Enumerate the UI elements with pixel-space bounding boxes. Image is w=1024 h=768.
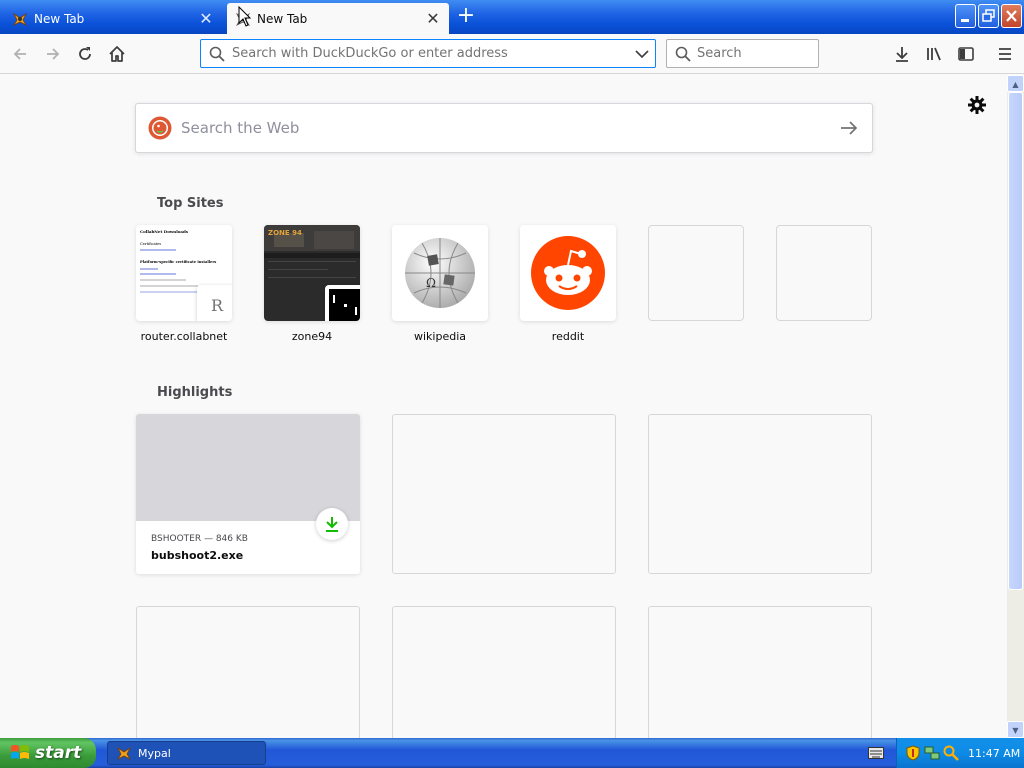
taskbar: start Mypal 11:47 AM <box>0 738 1024 768</box>
reload-button[interactable] <box>71 40 99 68</box>
start-button[interactable]: start <box>0 738 96 768</box>
clock: 11:47 AM <box>968 746 1021 760</box>
home-icon <box>109 46 125 62</box>
search-icon <box>209 46 225 62</box>
highlight-placeholder <box>392 606 616 738</box>
network-icon[interactable] <box>924 745 940 761</box>
menu-button[interactable] <box>991 40 1019 68</box>
site-thumbnail <box>520 225 616 321</box>
card-title: bubshoot2.exe <box>151 549 244 562</box>
keyboard-icon[interactable] <box>868 746 884 760</box>
navigation-toolbar: Search with DuckDuckGo or enter address … <box>0 34 1024 74</box>
taskbar-item-mypal[interactable]: Mypal <box>107 741 266 765</box>
downloads-button[interactable] <box>888 40 916 68</box>
web-search-box[interactable]: Search the Web <box>135 103 873 153</box>
svg-text:Certificates: Certificates <box>140 242 161 246</box>
close-icon[interactable] <box>1001 4 1022 28</box>
top-site-wikipedia[interactable]: Ω wikipedia <box>392 225 488 343</box>
shield-icon[interactable] <box>905 745 921 761</box>
site-thumbnail: Ω <box>392 225 488 321</box>
url-bar[interactable]: Search with DuckDuckGo or enter address <box>200 39 656 68</box>
reload-icon <box>79 47 91 60</box>
site-thumbnail: CollabNet Downloads Certificates Platfor… <box>136 225 232 321</box>
tab-close-icon[interactable]: ✕ <box>198 10 214 27</box>
duckduckgo-icon <box>148 116 172 140</box>
card-preview <box>136 414 360 521</box>
site-favicon-badge <box>325 285 360 321</box>
top-site-zone94[interactable]: ZONE 94 zone94 <box>264 225 360 343</box>
back-button[interactable] <box>6 40 34 68</box>
site-placeholder <box>648 225 744 321</box>
site-thumbnail: ZONE 94 <box>264 225 360 321</box>
gear-icon[interactable] <box>966 94 988 116</box>
search-icon <box>675 46 691 62</box>
new-tab-page: Search the Web Top Sites CollabNet Downl… <box>0 75 1007 738</box>
web-search-placeholder: Search the Web <box>181 119 300 137</box>
top-sites-title: Top Sites <box>157 196 224 211</box>
top-site-label: router.collabnet <box>140 330 228 343</box>
site-placeholder <box>776 225 872 321</box>
forward-button[interactable] <box>39 40 67 68</box>
scroll-thumb[interactable] <box>1008 92 1023 590</box>
highlight-card-download[interactable]: BSHOOTER — 846 KB bubshoot2.exe <box>136 414 360 574</box>
taskbar-item-label: Mypal <box>138 746 171 760</box>
svg-text:ZONE 94: ZONE 94 <box>268 229 302 237</box>
arrow-right-icon[interactable] <box>826 120 872 136</box>
start-label: start <box>35 743 82 763</box>
top-site-label: wikipedia <box>413 330 466 343</box>
highlights-title: Highlights <box>157 385 233 400</box>
tab-title: New Tab <box>34 11 85 26</box>
tab-strip: New Tab ✕ New Tab ✕ + <box>0 0 1024 34</box>
mypal-icon <box>116 745 132 761</box>
search-bar[interactable]: Search <box>666 39 819 68</box>
highlight-placeholder <box>648 414 872 574</box>
highlight-placeholder <box>136 606 360 738</box>
sidebar-button[interactable] <box>952 40 980 68</box>
system-tray: 11:47 AM <box>896 738 1024 768</box>
top-site-empty[interactable] <box>776 225 872 321</box>
top-site-router-collabnet[interactable]: CollabNet Downloads Certificates Platfor… <box>136 225 232 343</box>
download-icon <box>896 47 908 62</box>
highlight-placeholder <box>648 606 872 738</box>
windows-logo-icon <box>11 745 29 759</box>
tab-new-tab-2[interactable]: New Tab ✕ <box>227 3 449 34</box>
minimize-icon[interactable] <box>955 4 976 28</box>
chevron-down-icon[interactable] <box>629 49 655 59</box>
tab-close-icon[interactable]: ✕ <box>425 10 441 27</box>
tab-title: New Tab <box>257 11 308 26</box>
new-tab-plus-icon[interactable]: + <box>452 5 480 29</box>
scroll-down-arrow-icon[interactable]: ▼ <box>1007 721 1024 738</box>
zone94-icon <box>329 289 360 321</box>
restore-icon[interactable] <box>978 4 999 28</box>
svg-text:Platform-specific certificate: Platform-specific certificate installers <box>140 260 216 264</box>
top-site-label: reddit <box>551 330 585 343</box>
home-button[interactable] <box>103 40 131 68</box>
highlight-placeholder <box>392 414 616 574</box>
arrow-right-icon <box>47 48 60 60</box>
top-site-label: zone94 <box>291 330 333 343</box>
vertical-scrollbar[interactable]: ▲ ▼ <box>1007 75 1024 738</box>
sidebar-icon <box>958 47 974 61</box>
search-placeholder: Search <box>697 46 742 61</box>
site-letter-badge: R <box>197 285 232 321</box>
card-context: BSHOOTER — 846 KB <box>151 534 248 544</box>
mypal-icon <box>12 11 28 27</box>
top-site-empty[interactable] <box>648 225 744 321</box>
svg-text:CollabNet Downloads: CollabNet Downloads <box>140 229 189 234</box>
wikipedia-globe-icon: Ω <box>405 238 475 308</box>
tab-new-tab-1[interactable]: New Tab ✕ <box>4 3 222 34</box>
library-icon <box>927 47 941 61</box>
magnifier-icon[interactable] <box>943 745 959 761</box>
arrow-left-icon <box>13 48 26 60</box>
library-button[interactable] <box>920 40 948 68</box>
svg-text:Ω: Ω <box>426 276 436 290</box>
url-placeholder: Search with DuckDuckGo or enter address <box>232 46 508 61</box>
scroll-up-arrow-icon[interactable]: ▲ <box>1007 75 1024 92</box>
top-site-reddit[interactable]: reddit <box>520 225 616 343</box>
download-icon <box>316 508 348 540</box>
hamburger-menu-icon <box>999 48 1011 60</box>
mouse-cursor-icon <box>238 5 252 28</box>
reddit-icon <box>531 236 605 310</box>
